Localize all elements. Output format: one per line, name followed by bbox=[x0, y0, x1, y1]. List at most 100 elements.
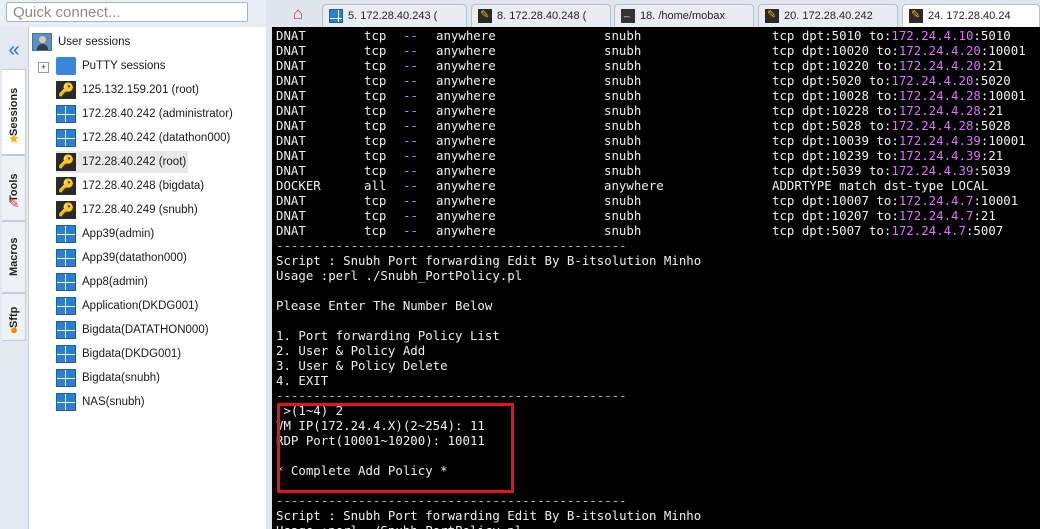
rule-prot: tcp bbox=[364, 73, 387, 88]
rule-extra-text: tcp dpt:10228 to: bbox=[772, 103, 899, 118]
putty-sessions-label: PuTTY sessions bbox=[82, 60, 166, 72]
rule-destination-ip: 172.24.4.20 bbox=[898, 58, 981, 73]
session-label: NAS(snubh) bbox=[82, 396, 145, 408]
tab-tools[interactable]: Tools bbox=[2, 155, 26, 221]
session-label: Bigdata(DKDG001) bbox=[82, 348, 182, 360]
rule-dst: snubh bbox=[604, 148, 642, 163]
iptables-rule-line: DNAT tcp -- anywhere snubh tcp dpt:10207 to:1… bbox=[272, 208, 1040, 223]
rule-src: anywhere bbox=[436, 193, 496, 208]
rule-prot: tcp bbox=[364, 88, 387, 103]
rule-opt: -- bbox=[403, 193, 418, 208]
rule-extra-text: tcp dpt:10020 to: bbox=[772, 43, 899, 58]
rule-target: DNAT bbox=[276, 88, 306, 103]
iptables-rule-line: DNAT tcp -- anywhere snubh tcp dpt:5007 to:17… bbox=[272, 223, 1040, 238]
rule-opt: -- bbox=[403, 28, 418, 43]
rule-target: DNAT bbox=[276, 118, 306, 133]
session-item[interactable]: Application(DKDG001) bbox=[56, 295, 198, 317]
rule-prot: tcp bbox=[364, 193, 387, 208]
rule-destination-ip: 172.24.4.20 bbox=[898, 43, 981, 58]
rule-src: anywhere bbox=[436, 43, 496, 58]
quick-connect-input[interactable] bbox=[6, 2, 248, 22]
tab-session-20[interactable]: 20. 172.28.40.242 bbox=[758, 4, 898, 27]
rule-opt: -- bbox=[403, 103, 418, 118]
rule-destination-ip: 172.24.4.20 bbox=[891, 73, 974, 88]
rule-destination-port: :21 bbox=[980, 148, 1004, 163]
star-icon[interactable]: ★ bbox=[7, 132, 21, 146]
ssh-key-icon: 🔑 bbox=[56, 153, 76, 171]
expand-toggle-icon[interactable]: + bbox=[38, 62, 49, 73]
putty-sessions-folder[interactable]: PuTTY sessions bbox=[56, 55, 166, 77]
session-item[interactable]: 🔑 172.28.40.249 (snubh) bbox=[56, 199, 198, 221]
collapse-sidebar-icon[interactable]: « bbox=[4, 40, 24, 61]
session-label: App39(admin) bbox=[82, 228, 155, 240]
side-tab-strip: « Sessions ★ Tools ✎ Macros Sftp ● bbox=[0, 27, 29, 529]
user-sessions-root[interactable]: User sessions bbox=[32, 31, 130, 53]
tab-session-8[interactable]: 8. 172.28.40.248 ( bbox=[471, 4, 611, 27]
rule-extra-text: tcp dpt:10220 to: bbox=[772, 58, 899, 73]
rule-extra-text: tcp dpt:5028 to: bbox=[772, 118, 892, 133]
rule-dst: anywhere bbox=[604, 178, 664, 193]
iptables-rule-line: DNAT tcp -- anywhere snubh tcp dpt:5020 to:17… bbox=[272, 73, 1040, 88]
session-item[interactable]: NAS(snubh) bbox=[56, 391, 145, 413]
rule-dst: snubh bbox=[604, 43, 642, 58]
rule-destination-ip: 172.24.4.10 bbox=[891, 28, 974, 43]
session-item[interactable]: App39(admin) bbox=[56, 223, 154, 245]
rule-src: anywhere bbox=[436, 58, 496, 73]
rule-prot: tcp bbox=[364, 58, 387, 73]
session-item[interactable]: 172.28.40.242 (administrator) bbox=[56, 103, 233, 125]
rule-destination-port: :21 bbox=[973, 208, 996, 223]
terminal-line: ----------------------------------------… bbox=[276, 388, 627, 403]
rule-dst: snubh bbox=[604, 133, 642, 148]
session-label: 172.28.40.242 (datathon000) bbox=[82, 132, 231, 144]
session-item[interactable]: Bigdata(snubh) bbox=[56, 367, 160, 389]
sftp-globe-icon[interactable]: ● bbox=[7, 323, 21, 337]
rule-extra: tcp dpt:10039 to:172.24.4.39:10001 bbox=[772, 133, 1026, 148]
rule-destination-port: :5039 bbox=[973, 163, 1011, 178]
session-label: App8(admin) bbox=[82, 276, 148, 288]
tab-label: 8. 172.28.40.248 ( bbox=[497, 10, 587, 22]
rule-dst: snubh bbox=[604, 223, 642, 238]
rule-target: DNAT bbox=[276, 58, 306, 73]
user-icon bbox=[32, 33, 52, 51]
session-item[interactable]: 172.28.40.242 (datathon000) bbox=[56, 127, 230, 149]
ssh-key-icon bbox=[909, 8, 923, 23]
rule-extra-text: tcp dpt:10007 to: bbox=[772, 193, 899, 208]
windows-rdp-icon bbox=[56, 321, 76, 339]
rule-destination-ip: 172.24.4.7 bbox=[891, 223, 966, 238]
rule-destination-port: :10001 bbox=[980, 133, 1026, 148]
rule-src: anywhere bbox=[436, 28, 496, 43]
rule-extra: tcp dpt:5007 to:172.24.4.7:5007 bbox=[772, 223, 1003, 238]
rule-opt: -- bbox=[403, 208, 418, 223]
rule-target: DNAT bbox=[276, 163, 306, 178]
tab-session-5[interactable]: 5. 172.28.40.243 ( bbox=[322, 4, 467, 27]
session-label: 172.28.40.242 (root) bbox=[82, 156, 187, 168]
iptables-rule-line: DNAT tcp -- anywhere snubh tcp dpt:10007 to:1… bbox=[272, 193, 1040, 208]
windows-rdp-icon bbox=[56, 393, 76, 411]
tab-label: 24. 172.28.40.24 bbox=[928, 10, 1011, 22]
session-item[interactable]: App39(datathon000) bbox=[56, 247, 187, 269]
rule-src: anywhere bbox=[436, 118, 496, 133]
session-item[interactable]: Bigdata(DATATHON000) bbox=[56, 319, 209, 341]
tab-session-18[interactable]: 18. /home/mobax bbox=[614, 4, 754, 27]
tab-macros[interactable]: Macros bbox=[2, 221, 26, 293]
rule-opt: -- bbox=[403, 163, 418, 178]
session-label: 172.28.40.242 (administrator) bbox=[82, 108, 233, 120]
home-tab-icon[interactable]: ⌂ bbox=[286, 3, 310, 25]
rule-src: anywhere bbox=[436, 163, 496, 178]
session-label: Bigdata(snubh) bbox=[82, 372, 160, 384]
ssh-key-icon: 🔑 bbox=[56, 201, 76, 219]
session-item[interactable]: Bigdata(DKDG001) bbox=[56, 343, 181, 365]
windows-rdp-icon bbox=[56, 129, 76, 147]
rule-target: DNAT bbox=[276, 28, 306, 43]
tab-session-24[interactable]: 24. 172.28.40.24 bbox=[902, 4, 1040, 27]
rule-prot: tcp bbox=[364, 118, 387, 133]
session-item[interactable]: 🔑 125.132.159.201 (root) bbox=[56, 79, 199, 101]
terminal-line: 2. User & Policy Add bbox=[276, 343, 426, 358]
session-item[interactable]: 🔑 172.28.40.248 (bigdata) bbox=[56, 175, 204, 197]
rule-target: DNAT bbox=[276, 208, 306, 223]
session-item[interactable]: 🔑 172.28.40.242 (root) bbox=[56, 151, 188, 173]
tools-icon[interactable]: ✎ bbox=[7, 197, 21, 211]
session-item[interactable]: App8(admin) bbox=[56, 271, 148, 293]
rule-destination-ip: 172.24.4.28 bbox=[898, 103, 981, 118]
rule-dst: snubh bbox=[604, 103, 642, 118]
